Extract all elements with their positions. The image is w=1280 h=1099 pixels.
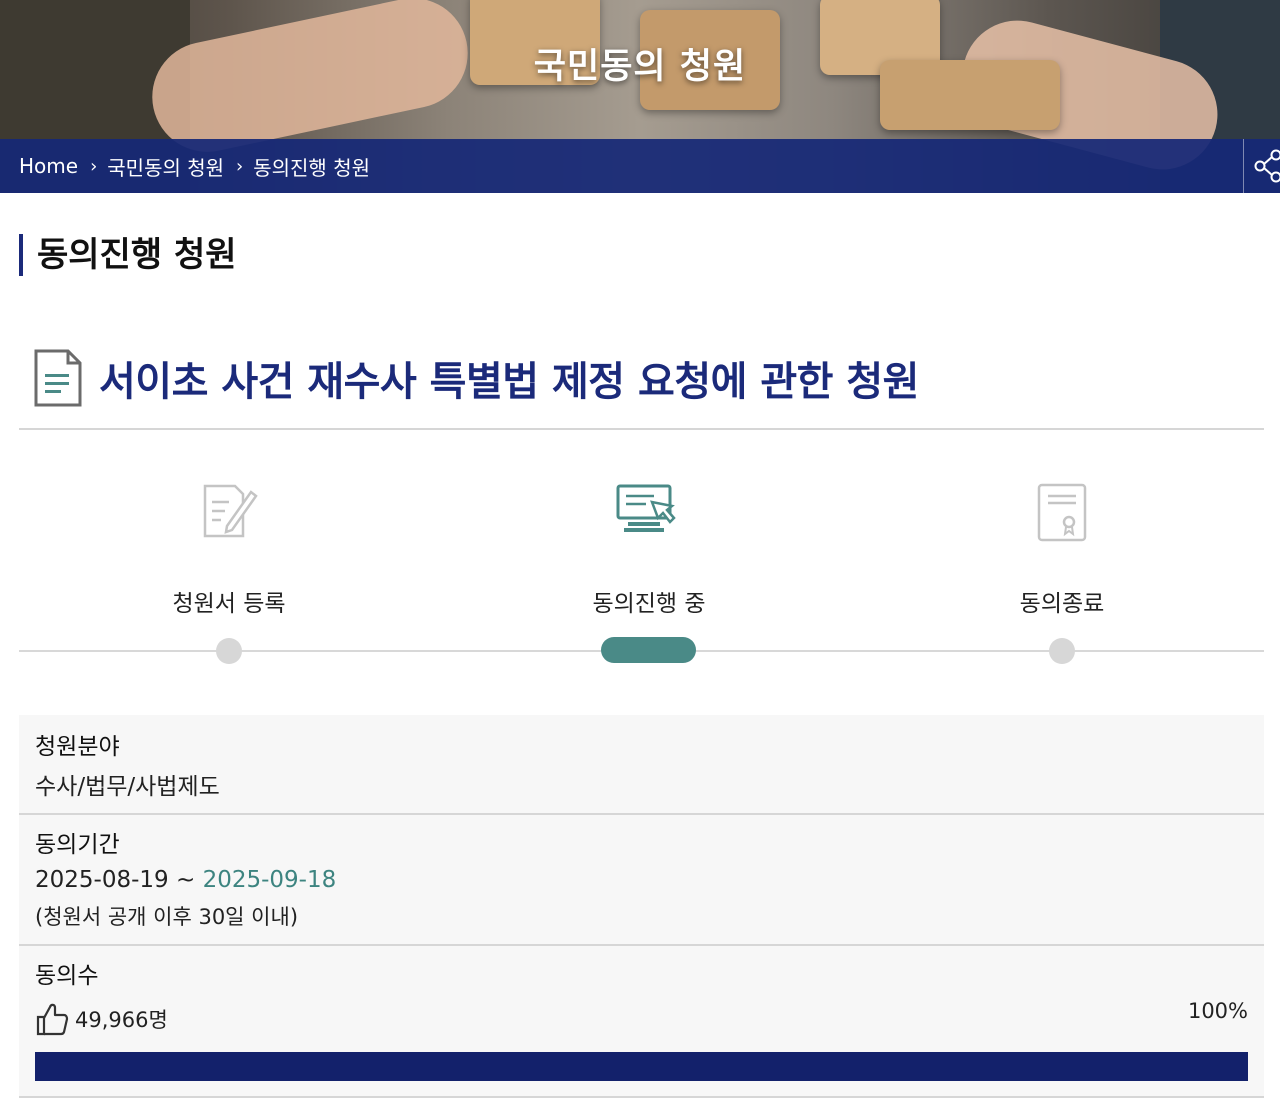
step-consent-closed: 동의종료 [942,480,1182,618]
chevron-right-icon: › [90,155,98,177]
petition-title: 서이초 사건 재수사 특별법 제정 요청에 관한 청원 [99,359,919,405]
consent-percent: 100% [1187,999,1248,1023]
breadcrumb-current[interactable]: 동의진행 청원 [253,152,370,181]
period-end: 2025-09-18 [202,867,337,893]
count-value: 49,966명 [35,1001,168,1037]
certificate-icon [1037,483,1087,542]
thumbs-up-icon [36,1003,69,1036]
chevron-right-icon: › [236,155,244,177]
consent-count: 49,966명 [75,1008,168,1032]
page-title: 동의진행 청원 [19,234,237,276]
period-start: 2025-08-19 [35,867,169,893]
breadcrumb: Home › 국민동의 청원 › 동의진행 청원 [0,139,1280,193]
consent-progress-bar [35,1052,1248,1081]
info-row-period: 동의기간 2025-08-19 ~ 2025-09-18 (청원서 공개 이후 … [19,815,1264,944]
document-icon [34,349,82,407]
online-consent-icon [616,484,676,532]
hero-banner: 국민동의 청원 Home › 국민동의 청원 › 동의진행 청원 [0,0,1280,193]
share-icon [1254,149,1280,183]
hero-title: 국민동의 청원 [533,47,747,87]
breadcrumb-link[interactable]: 국민동의 청원 [107,152,224,181]
count-label: 동의수 [35,963,99,989]
share-button[interactable] [1243,139,1280,193]
field-label: 청원분야 [35,734,120,760]
period-note: (청원서 공개 이후 30일 이내) [35,905,299,929]
divider [19,428,1264,430]
period-separator: ~ [175,867,196,893]
step-label: 동의진행 중 [592,591,706,617]
step-dot [216,638,242,664]
petition-title-block: 서이초 사건 재수사 특별법 제정 요청에 관한 청원 [33,348,919,408]
breadcrumb-home-link[interactable]: Home [19,154,78,178]
period-label: 동의기간 [35,832,120,858]
step-dot [1049,638,1075,664]
step-registration: 청원서 등록 [109,480,349,618]
step-consent-in-progress: 동의진행 중 [529,480,769,618]
petition-write-icon [203,484,258,538]
step-label: 동의종료 [1019,591,1105,617]
divider [19,1096,1264,1098]
field-value: 수사/법무/사법제도 [35,774,220,800]
info-row-field: 청원분야 수사/법무/사법제도 [19,715,1264,813]
period-value: 2025-08-19 ~ 2025-09-18 [35,867,336,893]
step-dot-active [601,637,696,663]
consent-progress-fill [35,1052,1248,1081]
step-label: 청원서 등록 [172,591,286,617]
